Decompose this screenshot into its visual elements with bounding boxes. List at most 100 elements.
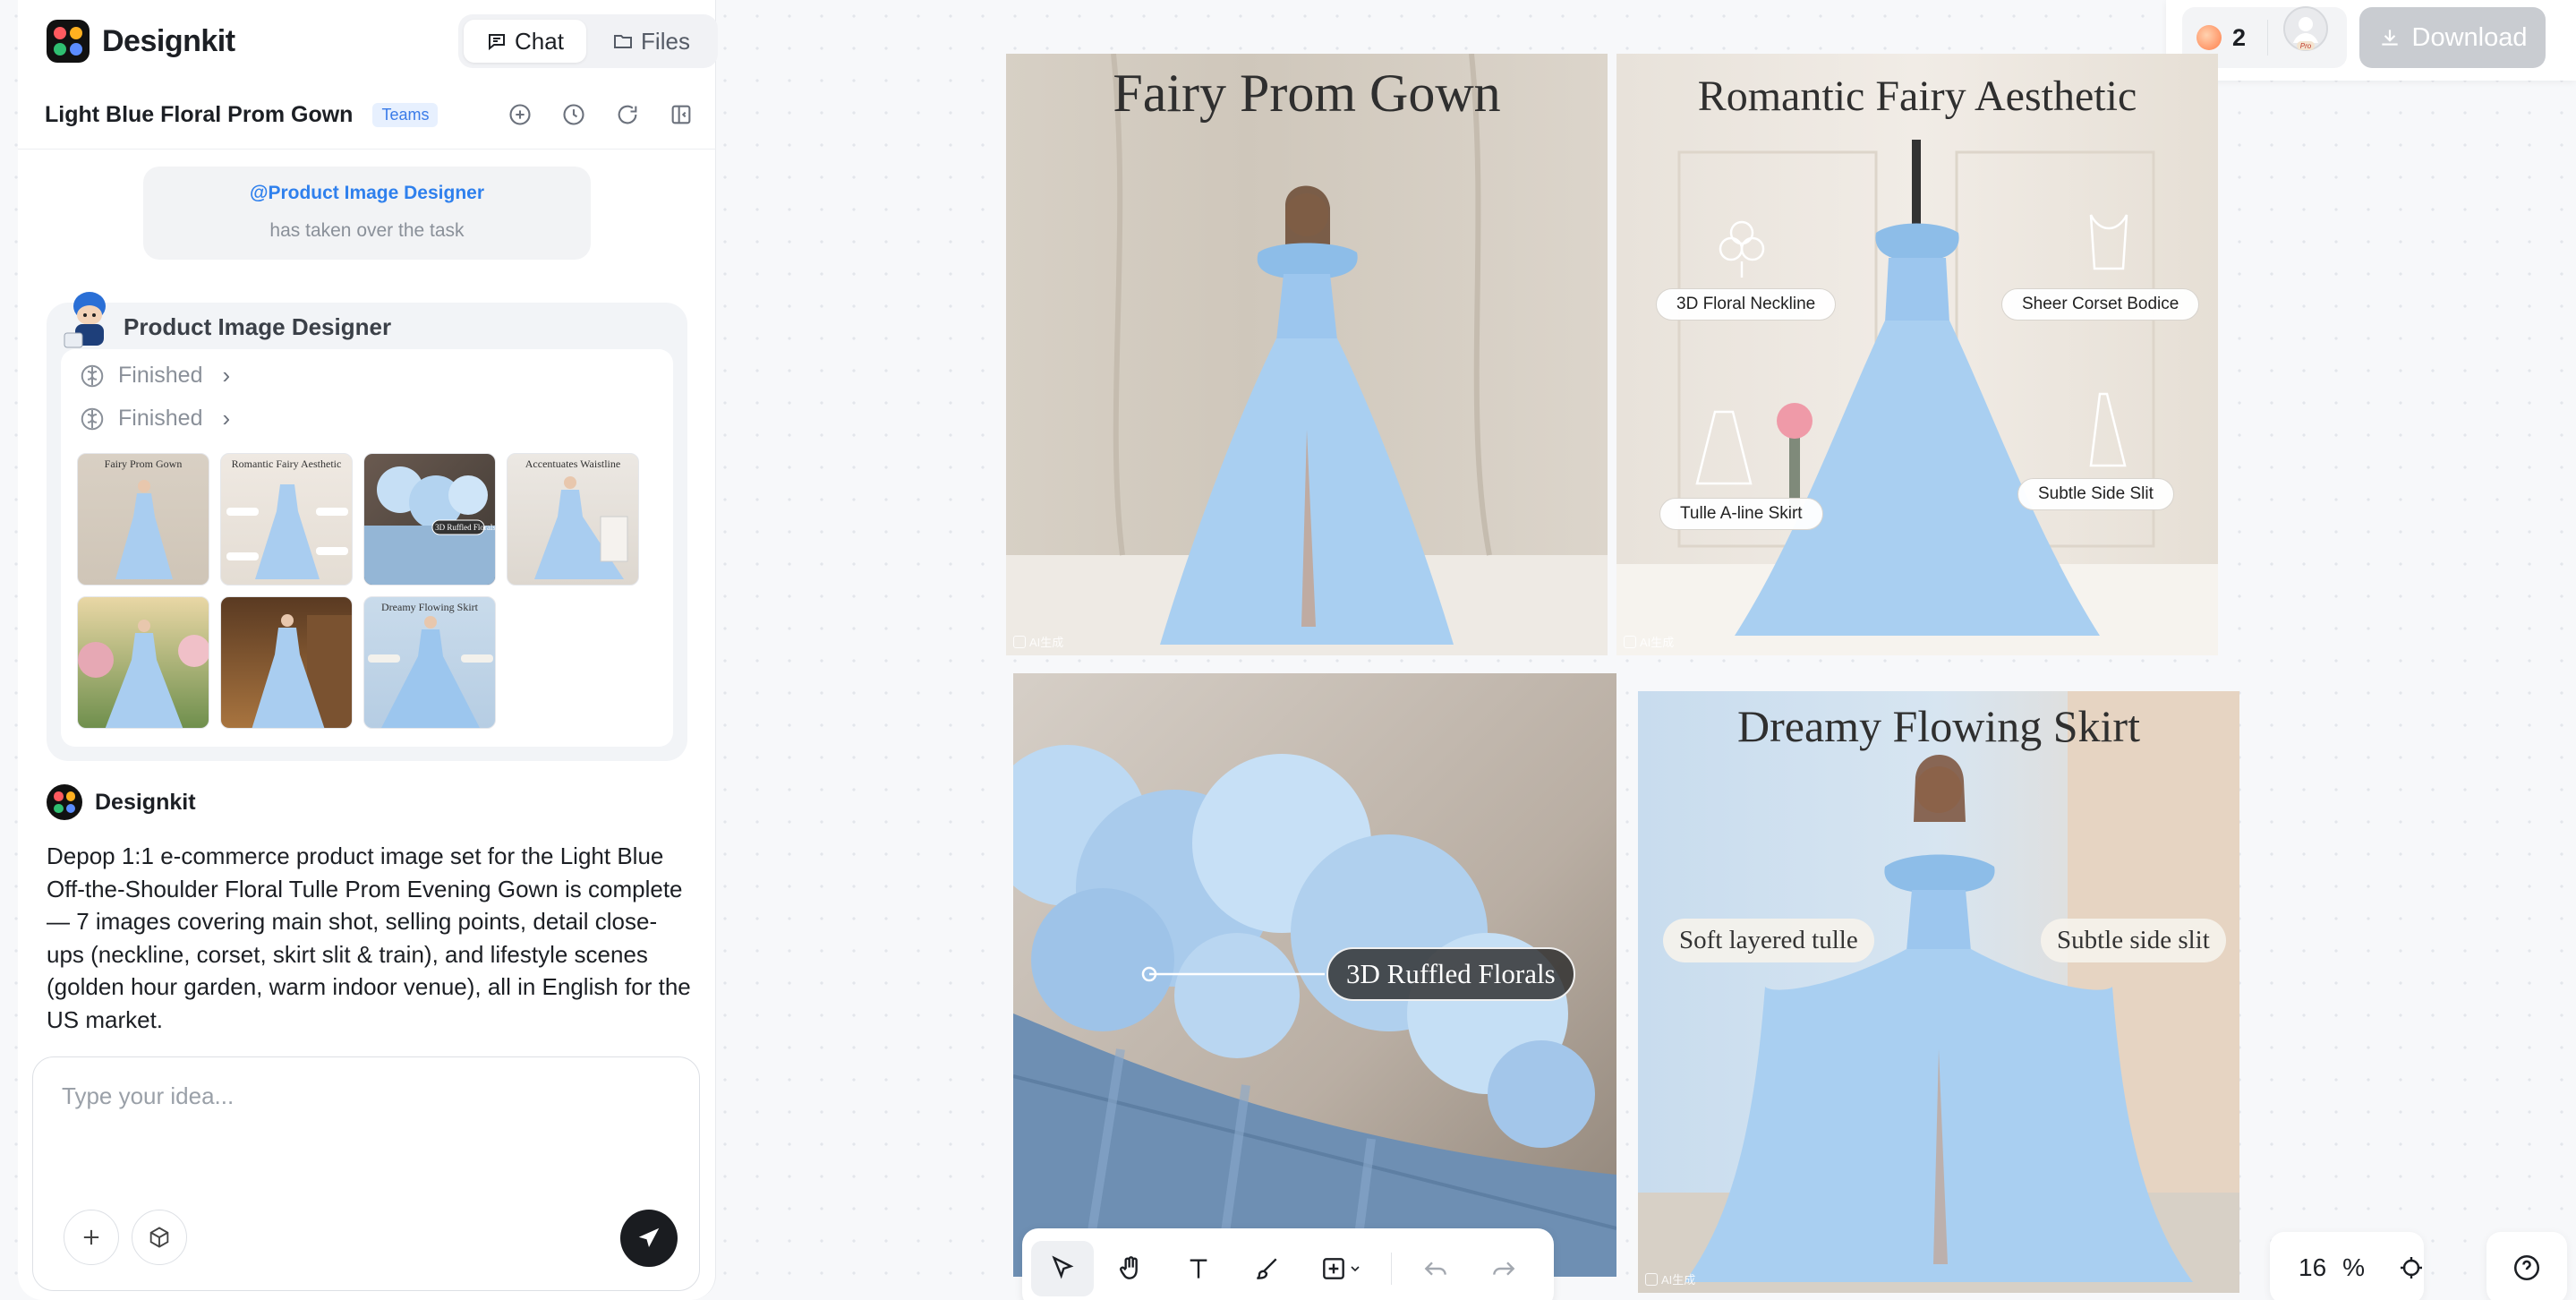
message-composer — [32, 1056, 700, 1291]
takeover-text: has taken over the task — [269, 220, 465, 241]
agent-output: Finished › Finished › Fairy Prom Gown Ro… — [61, 349, 673, 747]
credits-count: 2 — [2232, 23, 2247, 51]
prompt-input[interactable] — [62, 1075, 653, 1116]
hand-icon — [1120, 1256, 1138, 1279]
canvas-image-fairy-prom-gown[interactable]: Fairy Prom Gown AI生成 — [1006, 54, 1608, 655]
redo-button[interactable] — [1472, 1241, 1535, 1296]
app-logo[interactable]: Designkit — [47, 20, 235, 63]
text-icon — [1190, 1259, 1207, 1279]
canvas-image-ruffled-florals[interactable]: 3D Ruffled Florals — [1013, 673, 1616, 1277]
send-button[interactable] — [620, 1210, 678, 1267]
ai-watermark: AI生成 — [1645, 1270, 1695, 1287]
text-tool[interactable] — [1167, 1241, 1230, 1296]
top-right-bar: 2 Pro Download — [2166, 0, 2576, 81]
agent-avatar — [64, 292, 106, 348]
select-tool[interactable] — [1031, 1241, 1094, 1296]
download-icon — [2381, 30, 2398, 46]
agent-task-card: Product Image Designer Finished › Finish… — [47, 292, 687, 761]
step-finished-1[interactable]: Finished › — [79, 362, 230, 389]
feature-label: Soft layered tulle — [1663, 919, 1874, 962]
feature-label: 3D Floral Neckline — [1656, 288, 1837, 321]
thumbnail-image[interactable]: Dreamy Flowing Skirt — [363, 596, 496, 729]
image-title: Dreamy Flowing Skirt — [1737, 701, 2140, 751]
download-button[interactable]: Download — [2359, 7, 2546, 68]
image-title: Fairy Prom Gown — [1113, 64, 1501, 123]
credit-coin-icon — [2196, 25, 2222, 50]
thumbnail-image[interactable] — [77, 596, 209, 729]
thumbnail-image[interactable]: Romantic Fairy Aesthetic — [220, 453, 353, 586]
brain-icon — [81, 364, 104, 387]
fit-to-screen-icon[interactable] — [2397, 1253, 2426, 1282]
chat-icon — [489, 34, 506, 51]
bot-header: Designkit — [47, 784, 196, 820]
brush-icon — [1257, 1258, 1277, 1279]
help-icon — [2513, 1254, 2540, 1281]
download-label: Download — [2411, 22, 2528, 52]
project-title: Light Blue Floral Prom Gown — [45, 101, 354, 127]
project-header: Light Blue Floral Prom Gown Teams — [45, 97, 716, 133]
thumbnail-label: 3D Ruffled Florals — [435, 523, 496, 532]
new-chat-icon[interactable] — [505, 99, 535, 130]
designkit-avatar-icon — [47, 784, 82, 820]
plus-icon — [83, 1229, 99, 1245]
brain-icon — [81, 407, 104, 430]
canvas-image-romantic-fairy-aesthetic[interactable]: Romantic Fairy Aesthetic 3D Floral Neckl… — [1616, 54, 2218, 655]
detail-callout: 3D Ruffled Florals — [1326, 947, 1575, 1001]
pro-badge: Pro — [2300, 42, 2312, 50]
undo-button[interactable] — [1404, 1241, 1467, 1296]
folder-icon — [614, 35, 633, 48]
feature-label: Subtle Side Slit — [2017, 478, 2174, 510]
canvas-image-dreamy-flowing-skirt[interactable]: Dreamy Flowing Skirt Soft layered tulle … — [1638, 691, 2239, 1293]
header-divider — [18, 149, 716, 150]
zoom-unit: % — [2342, 1253, 2366, 1281]
hand-tool[interactable] — [1099, 1241, 1162, 1296]
ai-watermark: AI生成 — [1624, 633, 1674, 650]
feature-label: Sheer Corset Bodice — [2001, 288, 2200, 321]
tab-files[interactable]: Files — [590, 20, 712, 63]
zoom-control: 16 % — [2270, 1232, 2424, 1300]
history-icon[interactable] — [559, 99, 589, 130]
view-switcher: Chat Files — [458, 14, 718, 68]
refresh-icon[interactable] — [612, 99, 643, 130]
tab-chat[interactable]: Chat — [464, 20, 586, 63]
add-frame-tool[interactable] — [1303, 1241, 1378, 1296]
thumbnail-image[interactable]: Accentuates Waistline — [507, 453, 639, 586]
step-finished-2[interactable]: Finished › — [79, 405, 230, 432]
feature-label: Subtle side slit — [2041, 919, 2226, 962]
chevron-right-icon: › — [222, 362, 231, 389]
redo-icon — [1493, 1262, 1515, 1276]
takeover-agent[interactable]: @Product Image Designer — [143, 183, 591, 204]
canvas-toolbar — [1022, 1228, 1554, 1300]
teams-badge: Teams — [372, 102, 439, 127]
select-icon — [1052, 1255, 1074, 1279]
add-frame-icon — [1323, 1258, 1344, 1279]
bot-name: Designkit — [95, 789, 196, 815]
chevron-down-icon — [1351, 1266, 1360, 1272]
send-icon — [638, 1227, 660, 1247]
tab-chat-label: Chat — [515, 27, 564, 55]
feature-label: Tulle A-line Skirt — [1659, 498, 1823, 530]
user-avatar[interactable]: Pro — [2282, 5, 2329, 52]
step-label: Finished — [118, 406, 203, 431]
takeover-notice: @Product Image Designer has taken over t… — [143, 167, 591, 260]
thumbnail-image[interactable] — [220, 596, 353, 729]
zoom-value[interactable]: 16 — [2299, 1253, 2326, 1282]
designkit-logo-icon — [47, 20, 90, 63]
undo-icon — [1424, 1262, 1446, 1276]
app-name: Designkit — [102, 23, 235, 58]
collapse-panel-icon[interactable] — [666, 99, 696, 130]
chevron-right-icon: › — [222, 405, 231, 432]
step-label: Finished — [118, 363, 203, 388]
cube-icon — [149, 1227, 169, 1248]
ai-watermark: AI生成 — [1013, 633, 1063, 650]
thumbnail-image[interactable]: 3D Ruffled Florals — [363, 453, 496, 586]
attach-button[interactable] — [64, 1210, 119, 1265]
help-button[interactable] — [2486, 1232, 2567, 1300]
agent-name: Product Image Designer — [124, 313, 392, 340]
image-title: Romantic Fairy Aesthetic — [1697, 73, 2137, 120]
tab-files-label: Files — [641, 27, 690, 55]
model-button[interactable] — [132, 1210, 187, 1265]
brush-tool[interactable] — [1235, 1241, 1298, 1296]
bot-message: Depop 1:1 e-commerce product image set f… — [47, 842, 691, 1033]
thumbnail-image[interactable]: Fairy Prom Gown — [77, 453, 209, 586]
